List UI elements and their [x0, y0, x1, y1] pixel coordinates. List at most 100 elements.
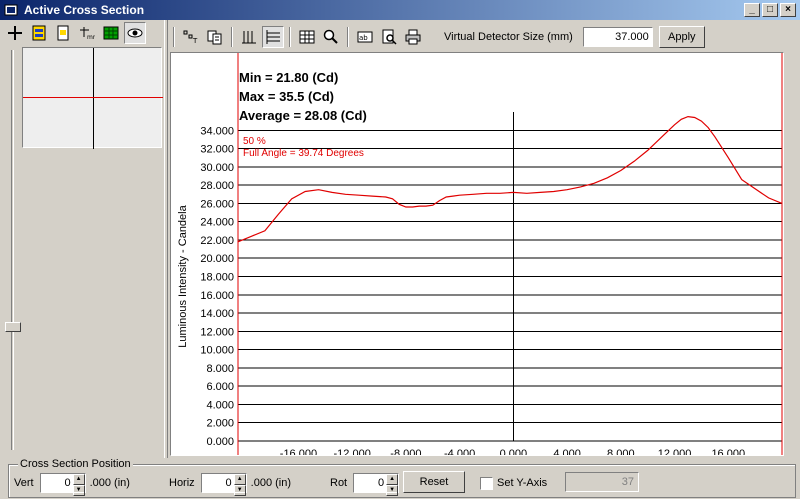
- full-angle-label: Full Angle = 39.74 Degrees: [243, 148, 364, 159]
- detector-size-input[interactable]: 37.000: [582, 27, 653, 47]
- vertical-grid-button[interactable]: [238, 26, 260, 48]
- y-tick-label: 26.000: [200, 198, 234, 210]
- film-button[interactable]: [28, 22, 50, 44]
- maximize-icon: □: [766, 4, 774, 15]
- toolbar-separator: [173, 27, 175, 47]
- y-axis-max-field[interactable]: 37: [565, 472, 639, 492]
- horiz-unit: .000 (in): [250, 477, 292, 489]
- table-icon: [299, 30, 315, 44]
- horiz-up-arrow-icon[interactable]: ▲: [233, 474, 246, 485]
- crosshair-button[interactable]: [4, 22, 26, 44]
- horizontal-grid-icon: [266, 30, 280, 44]
- apply-button[interactable]: Apply: [658, 26, 705, 48]
- y-tick-label: 4.000: [206, 399, 234, 411]
- svg-text:T: T: [192, 37, 198, 45]
- grid-view-button[interactable]: [100, 22, 122, 44]
- x-tick-label: 12.000: [658, 448, 692, 455]
- y-tick-label: 18.000: [200, 272, 234, 284]
- rot-control: Rot 0 ▲ ▼: [330, 472, 400, 496]
- print-icon: [405, 29, 421, 45]
- stat-min: Min = 21.80 (Cd): [239, 70, 338, 85]
- x-tick-label: 0.000: [500, 448, 528, 455]
- x-tick-label: -12.000: [334, 448, 371, 455]
- rot-stepper[interactable]: 0 ▲ ▼: [353, 473, 400, 496]
- toolbar-separator: [289, 27, 291, 47]
- set-y-axis-checkbox[interactable]: [480, 476, 493, 490]
- print-button[interactable]: [402, 26, 424, 48]
- beam-image-thumbnail[interactable]: [22, 47, 163, 149]
- rot-down-arrow-icon[interactable]: ▼: [386, 485, 399, 496]
- cross-section-plot[interactable]: 0.000 2.000 4.000 6.000 8.000 10.000 12.000 14.…: [170, 52, 784, 456]
- text-label-button[interactable]: ab: [354, 26, 376, 48]
- horiz-down-arrow-icon[interactable]: ▼: [233, 485, 246, 496]
- x-tick-label: -16.000: [280, 448, 317, 455]
- grid-green-icon: [103, 26, 119, 40]
- vert-up-arrow-icon[interactable]: ▲: [72, 474, 85, 485]
- table-button[interactable]: [296, 26, 318, 48]
- toolbar-separator: [231, 27, 233, 47]
- eye-button[interactable]: [124, 22, 146, 44]
- app-icon: [4, 3, 18, 17]
- horiz-label: Horiz: [169, 477, 195, 489]
- y-tick-label: 12.000: [200, 326, 234, 338]
- print-preview-icon: [382, 29, 397, 45]
- print-preview-button[interactable]: [378, 26, 400, 48]
- vert-stepper[interactable]: 0 ▲ ▼: [39, 473, 86, 496]
- thumbnail-horizontal-crosshair: [23, 97, 163, 98]
- set-y-axis-control: Set Y-Axis: [480, 472, 547, 494]
- set-y-axis-label: Set Y-Axis: [497, 477, 548, 489]
- svg-text:mm: mm: [87, 34, 95, 41]
- vert-control: Vert 0 ▲ ▼ .000 (in): [14, 472, 130, 496]
- text-label-icon: ab: [357, 31, 373, 43]
- stat-average: Average = 28.08 (Cd): [239, 108, 367, 123]
- rot-label: Rot: [330, 477, 348, 489]
- left-toolbar: mm: [4, 22, 164, 44]
- maximize-button[interactable]: □: [762, 3, 778, 17]
- x-tick-label: 8.000: [607, 448, 635, 455]
- label-points-icon: T: [183, 30, 198, 45]
- vert-unit: .000 (in): [89, 477, 130, 489]
- minimize-button[interactable]: _: [744, 3, 760, 17]
- reset-button[interactable]: Reset: [403, 471, 465, 493]
- horiz-stepper[interactable]: 0 ▲ ▼: [200, 473, 247, 496]
- label-points-button[interactable]: T: [180, 26, 202, 48]
- chart-toolbar: T ab Virtual Detector Size (mm) 37.000 A…: [170, 24, 796, 50]
- y-tick-label: 8.000: [206, 363, 234, 375]
- crosshair-icon: [8, 26, 22, 40]
- chart-svg: 0.000 2.000 4.000 6.000 8.000 10.000 12.000 14.…: [177, 53, 783, 455]
- detector-size-label: Virtual Detector Size (mm): [444, 31, 573, 43]
- horiz-value[interactable]: 0: [202, 474, 234, 492]
- vert-down-arrow-icon[interactable]: ▼: [72, 485, 85, 496]
- page-icon: [57, 25, 69, 41]
- eye-icon: [127, 28, 143, 38]
- y-tick-label: 30.000: [200, 162, 234, 174]
- rot-up-arrow-icon[interactable]: ▲: [386, 474, 399, 485]
- close-button[interactable]: ×: [780, 3, 796, 17]
- stat-max: Max = 35.5 (Cd): [239, 89, 334, 104]
- bottom-controls: Cross Section Position Vert 0 ▲ ▼ .000 (i…: [0, 458, 800, 499]
- x-tick-label: -8.000: [390, 448, 421, 455]
- chart-panel: T ab Virtual Detector Size (mm) 37.000 A…: [168, 22, 798, 458]
- x-tick-label: 16.000: [711, 448, 745, 455]
- measure-button[interactable]: mm: [76, 22, 98, 44]
- y-tick-label: 0.000: [206, 436, 234, 448]
- zoom-icon: [323, 29, 338, 44]
- percent-label: 50 %: [243, 136, 266, 147]
- vertical-slider-thumb[interactable]: [5, 322, 21, 332]
- y-tick-label: 10.000: [200, 345, 234, 357]
- page-button[interactable]: [52, 22, 74, 44]
- vertical-slider-track[interactable]: [11, 50, 14, 450]
- vert-value[interactable]: 0: [41, 474, 73, 492]
- y-tick-label: 24.000: [200, 217, 234, 229]
- active-cross-section-window: Active Cross Section _ □ × mm: [0, 0, 800, 499]
- minimize-icon: _: [749, 4, 755, 15]
- rot-value[interactable]: 0: [354, 474, 386, 492]
- cross-section-position-label: Cross Section Position: [18, 458, 133, 470]
- x-tick-label: 4.000: [553, 448, 581, 455]
- horizontal-grid-button[interactable]: [262, 26, 284, 48]
- copy-button[interactable]: [204, 26, 226, 48]
- zoom-button[interactable]: [320, 26, 342, 48]
- vertical-grid-icon: [242, 31, 256, 44]
- svg-text:ab: ab: [359, 34, 368, 42]
- copy-icon: [207, 30, 222, 45]
